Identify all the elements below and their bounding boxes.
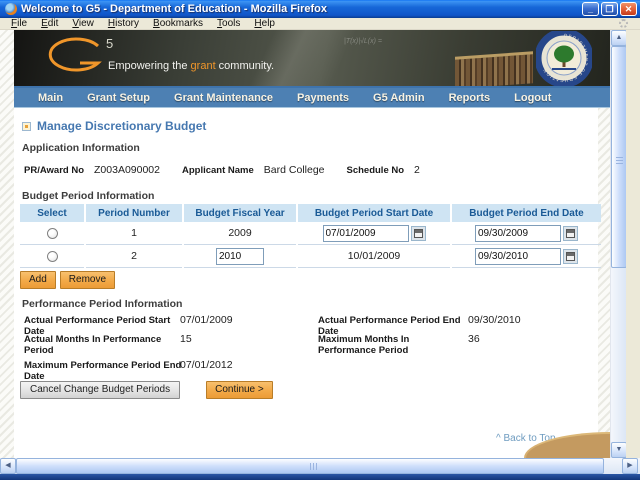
nav-logout[interactable]: Logout (502, 92, 563, 104)
page-content: Manage Discretionary Budget Application … (14, 108, 598, 458)
g5-logo-icon (44, 34, 108, 76)
application-info-heading: Application Information (22, 142, 140, 154)
applicant-name-value: Bard College (264, 164, 325, 176)
window-titlebar: Welcome to G5 - Department of Education … (0, 0, 640, 18)
close-button[interactable]: ✕ (620, 2, 637, 16)
scroll-down-arrow[interactable]: ▼ (611, 442, 627, 458)
education-seal-icon: DEPARTMENT OF EDUCATION (536, 31, 592, 86)
calendar-icon[interactable] (563, 249, 578, 264)
status-bar (0, 474, 640, 480)
period-number-2: 2 (86, 245, 182, 268)
main-navigation: Main Grant Setup Grant Maintenance Payme… (14, 88, 610, 108)
window-title: Welcome to G5 - Department of Education … (21, 3, 582, 15)
scroll-right-arrow[interactable]: ▶ (622, 458, 638, 474)
remove-button[interactable]: Remove (60, 271, 115, 289)
page-viewport: 5 |T(x)|√L(x) = Empowering the grant com… (0, 30, 610, 458)
fiscal-year-1: 2009 (184, 222, 296, 245)
select-period-1-radio[interactable] (47, 228, 58, 239)
table-row: 2 10/01/2009 (20, 245, 601, 268)
nav-grant-maintenance[interactable]: Grant Maintenance (162, 92, 285, 104)
budget-period-table: Select Period Number Budget Fiscal Year … (20, 204, 601, 268)
actual-end-value: 09/30/2010 (468, 314, 521, 326)
end-date-1-input[interactable] (475, 225, 561, 242)
col-period-number: Period Number (86, 204, 182, 222)
page-title-bullet-icon (22, 122, 31, 131)
start-date-1-input[interactable] (323, 225, 409, 242)
table-header-row: Select Period Number Budget Fiscal Year … (20, 204, 601, 222)
firefox-icon (5, 3, 17, 15)
menu-help[interactable]: Help (247, 18, 282, 30)
nav-payments[interactable]: Payments (285, 92, 361, 104)
applicant-name-label: Applicant Name (182, 165, 254, 176)
table-row: 1 2009 (20, 222, 601, 245)
menu-bookmarks[interactable]: Bookmarks (146, 18, 210, 30)
vertical-scrollbar[interactable]: ▲ ▼ (610, 30, 626, 458)
minimize-button[interactable]: _ (582, 2, 599, 16)
schedule-no-value: 2 (414, 164, 420, 176)
max-months-value: 36 (468, 333, 480, 345)
cancel-change-budget-periods-button[interactable]: Cancel Change Budget Periods (20, 381, 180, 399)
menu-history[interactable]: History (101, 18, 146, 30)
browser-window: Welcome to G5 - Department of Education … (0, 0, 640, 480)
col-select: Select (20, 204, 84, 222)
bookshelf-photo (455, 51, 533, 86)
menu-view[interactable]: View (65, 18, 101, 30)
maximize-button[interactable]: ❐ (601, 2, 618, 16)
chalkboard-formula: |T(x)|√L(x) = (344, 38, 382, 45)
max-months-label: Maximum Months In Performance Period (318, 334, 458, 356)
application-info-row: PR/Award No Z003A090002 Applicant Name B… (24, 164, 442, 176)
menu-file[interactable]: File (4, 18, 34, 30)
actual-start-value: 07/01/2009 (180, 314, 233, 326)
menu-edit[interactable]: Edit (34, 18, 65, 30)
max-end-date-label: Maximum Performance Period End Date (24, 360, 184, 382)
horizontal-scrollbar[interactable]: ◀ ▶ (0, 458, 640, 474)
fiscal-year-2-input[interactable] (216, 248, 264, 265)
max-end-date-value: 07/01/2012 (180, 359, 233, 371)
pr-award-value: Z003A090002 (94, 164, 160, 176)
horizontal-scroll-thumb[interactable] (16, 458, 604, 474)
g5-logo-5: 5 (106, 36, 113, 51)
nav-grant-setup[interactable]: Grant Setup (75, 92, 162, 104)
pr-award-label: PR/Award No (24, 165, 84, 176)
schedule-no-label: Schedule No (347, 165, 405, 176)
select-period-2-radio[interactable] (47, 251, 58, 262)
performance-period-heading: Performance Period Information (22, 298, 182, 310)
col-end-date: Budget Period End Date (452, 204, 601, 222)
col-fiscal-year: Budget Fiscal Year (184, 204, 296, 222)
col-start-date: Budget Period Start Date (298, 204, 450, 222)
end-date-2-input[interactable] (475, 248, 561, 265)
actual-months-value: 15 (180, 333, 192, 345)
period-number-1: 1 (86, 222, 182, 245)
g5-banner: 5 |T(x)|√L(x) = Empowering the grant com… (14, 30, 610, 86)
start-date-2: 10/01/2009 (298, 245, 450, 268)
add-button[interactable]: Add (20, 271, 56, 289)
continue-button[interactable]: Continue > (206, 381, 273, 399)
window-edge (626, 30, 640, 458)
actual-months-label: Actual Months In Performance Period (24, 334, 176, 356)
calendar-icon[interactable] (563, 226, 578, 241)
scroll-up-arrow[interactable]: ▲ (611, 30, 627, 46)
nav-main[interactable]: Main (26, 92, 75, 104)
budget-period-heading: Budget Period Information (22, 190, 154, 202)
banner-tagline: Empowering the grant community. (108, 60, 274, 72)
nav-reports[interactable]: Reports (437, 92, 503, 104)
nav-g5-admin[interactable]: G5 Admin (361, 92, 437, 104)
scroll-left-arrow[interactable]: ◀ (0, 458, 16, 474)
vertical-scroll-thumb[interactable] (611, 46, 627, 268)
menu-bar: File Edit View History Bookmarks Tools H… (0, 18, 640, 30)
throbber-icon (619, 19, 628, 28)
menu-tools[interactable]: Tools (210, 18, 247, 30)
calendar-icon[interactable] (411, 226, 426, 241)
page-title: Manage Discretionary Budget (37, 119, 206, 133)
